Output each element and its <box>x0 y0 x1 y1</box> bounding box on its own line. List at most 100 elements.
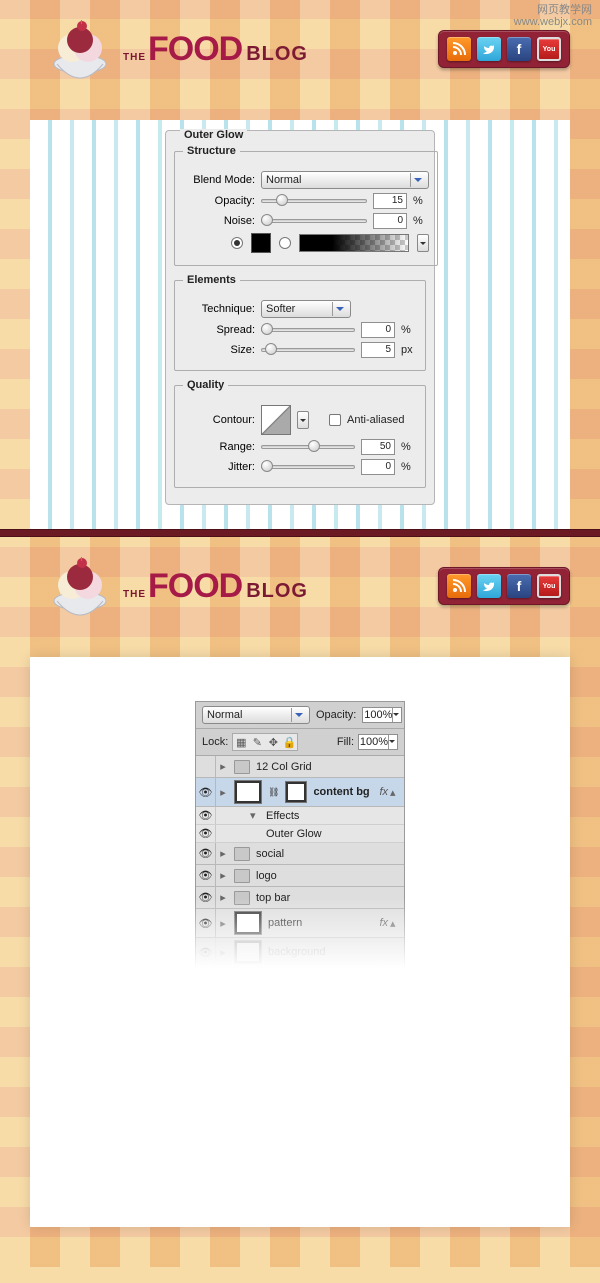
folder-icon <box>234 760 250 774</box>
layer-blend-value: Normal <box>207 709 242 721</box>
opacity-slider[interactable] <box>261 194 367 208</box>
layer-row[interactable]: 👁▸social <box>196 843 404 865</box>
visibility-toggle[interactable]: 👁 <box>196 807 216 824</box>
lock-transparency-icon[interactable]: ▦ <box>234 735 248 749</box>
noise-input[interactable]: 0 <box>373 213 407 229</box>
layer-row[interactable]: 👁▸patternfx▴ <box>196 909 404 938</box>
color-radio[interactable] <box>231 237 243 249</box>
blend-mode-value: Normal <box>266 174 301 186</box>
blend-mode-select[interactable]: Normal <box>261 171 429 189</box>
facebook-icon[interactable]: f <box>507 37 531 61</box>
quality-legend: Quality <box>183 379 228 391</box>
visibility-toggle[interactable]: 👁 <box>196 938 216 966</box>
divider-bar <box>0 529 600 537</box>
fill-input[interactable]: 100% <box>358 734 398 750</box>
size-label: Size: <box>183 344 255 356</box>
anti-aliased-checkbox[interactable] <box>329 414 341 426</box>
noise-slider[interactable] <box>261 214 367 228</box>
gradient-menu-button[interactable] <box>417 234 429 252</box>
mask-thumbnail <box>285 781 307 803</box>
visibility-toggle[interactable]: 👁 <box>196 865 216 886</box>
logo-text: THE FOOD BLOG <box>123 30 308 69</box>
collapse-caret-icon[interactable]: ▾ <box>250 809 260 822</box>
contour-label: Contour: <box>183 414 255 426</box>
range-slider[interactable] <box>261 440 355 454</box>
disclosure-triangle-icon[interactable]: ▸ <box>216 946 230 959</box>
logo-blog: BLOG <box>246 43 308 66</box>
layers-top-row: Normal Opacity: 100% <box>196 702 404 729</box>
disclosure-triangle-icon[interactable]: ▸ <box>216 847 230 860</box>
glow-color-swatch[interactable] <box>251 233 271 253</box>
logo-blog: BLOG <box>246 580 308 603</box>
layer-row[interactable]: 👁▸ logo <box>196 865 404 887</box>
opacity-input[interactable]: 15 <box>373 193 407 209</box>
layer-row[interactable]: 👁▸top bar <box>196 887 404 909</box>
layers-lock-row: Lock: ▦ ✎ ✥ 🔒 Fill: 100% <box>196 729 404 756</box>
youtube-icon[interactable]: You <box>537 574 561 598</box>
noise-label: Noise: <box>183 215 255 227</box>
lock-pixels-icon[interactable]: ✎ <box>250 735 264 749</box>
gradient-preview[interactable] <box>299 234 409 252</box>
site-logo: THE FOOD BLOG <box>45 555 308 617</box>
header-2: THE FOOD BLOG f You <box>0 537 600 657</box>
rss-icon[interactable] <box>447 574 471 598</box>
blend-mode-label: Blend Mode: <box>183 174 255 186</box>
visibility-toggle[interactable]: 👁 <box>196 909 216 937</box>
jitter-input[interactable]: 0 <box>361 459 395 475</box>
spread-input[interactable]: 0 <box>361 322 395 338</box>
layer-effect-row[interactable]: 👁 Outer Glow <box>196 825 404 843</box>
disclosure-triangle-icon[interactable]: ▸ <box>216 917 230 930</box>
layer-name: background <box>266 946 404 958</box>
twitter-icon[interactable] <box>477 37 501 61</box>
noise-unit: % <box>413 215 429 227</box>
layer-name: logo <box>254 870 404 882</box>
logo-the: THE <box>123 589 146 600</box>
layer-row[interactable]: 👁▸⛓content bgfx▴ <box>196 778 404 807</box>
visibility-toggle[interactable]: 👁 <box>196 843 216 864</box>
dialog-title: Outer Glow <box>180 129 247 141</box>
youtube-icon[interactable]: You <box>537 37 561 61</box>
layer-thumbnail <box>234 911 262 935</box>
spread-slider[interactable] <box>261 323 355 337</box>
fx-badge: fx <box>379 917 388 929</box>
layer-effect-row[interactable]: 👁 ▾ Effects <box>196 807 404 825</box>
lock-position-icon[interactable]: ✥ <box>266 735 280 749</box>
header-1: THE FOOD BLOG f You <box>0 0 600 120</box>
twitter-icon[interactable] <box>477 574 501 598</box>
range-input[interactable]: 50 <box>361 439 395 455</box>
disclosure-triangle-icon[interactable]: ▸ <box>216 869 230 882</box>
size-slider[interactable] <box>261 343 355 357</box>
rss-icon[interactable] <box>447 37 471 61</box>
spread-unit: % <box>401 324 417 336</box>
chevron-down-icon <box>388 735 395 749</box>
lock-label: Lock: <box>202 736 228 748</box>
chevron-down-icon <box>332 302 346 316</box>
facebook-icon[interactable]: f <box>507 574 531 598</box>
jitter-slider[interactable] <box>261 460 355 474</box>
fx-caret-icon[interactable]: ▴ <box>390 917 400 930</box>
layer-name: 12 Col Grid <box>254 761 404 773</box>
folder-icon <box>234 847 250 861</box>
opacity-label: Opacity: <box>183 195 255 207</box>
jitter-label: Jitter: <box>183 461 255 473</box>
contour-picker[interactable] <box>261 405 291 435</box>
fx-caret-icon[interactable]: ▴ <box>390 786 400 799</box>
layer-row[interactable]: ▸ 12 Col Grid <box>196 756 404 778</box>
layer-opacity-input[interactable]: 100% <box>362 707 402 723</box>
spread-label: Spread: <box>183 324 255 336</box>
disclosure-triangle-icon[interactable]: ▸ <box>216 786 230 799</box>
disclosure-triangle-icon[interactable]: ▸ <box>216 760 230 773</box>
visibility-toggle[interactable] <box>196 756 216 777</box>
gradient-radio[interactable] <box>279 237 291 249</box>
contour-menu-button[interactable] <box>297 411 309 429</box>
layer-row[interactable]: 👁▸ background <box>196 938 404 967</box>
size-input[interactable]: 5 <box>361 342 395 358</box>
lock-all-icon[interactable]: 🔒 <box>282 735 296 749</box>
layer-blend-select[interactable]: Normal <box>202 706 310 724</box>
quality-group: Quality Contour: Anti-aliased Range: 50 … <box>174 379 426 488</box>
visibility-toggle[interactable]: 👁 <box>196 825 216 842</box>
disclosure-triangle-icon[interactable]: ▸ <box>216 891 230 904</box>
visibility-toggle[interactable]: 👁 <box>196 887 216 908</box>
visibility-toggle[interactable]: 👁 <box>196 778 216 806</box>
technique-select[interactable]: Softer <box>261 300 351 318</box>
